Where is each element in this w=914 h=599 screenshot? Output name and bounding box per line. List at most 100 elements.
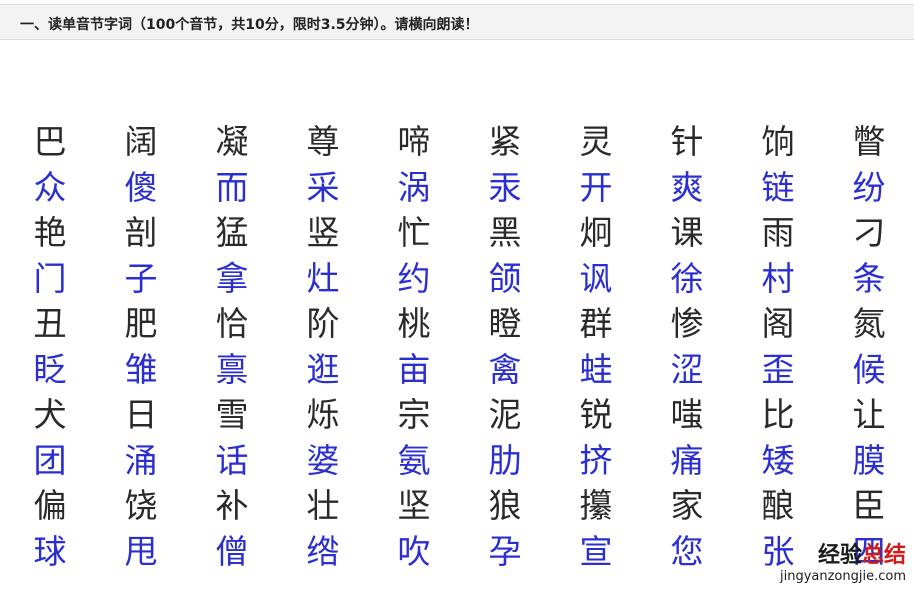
character-cell: 拿	[215, 258, 249, 298]
character-cell: 团	[33, 440, 67, 480]
character-cell: 狼	[488, 486, 522, 525]
character-cell: 痛	[670, 440, 704, 480]
character-cell: 猛	[215, 213, 249, 252]
character-cell: 黑	[488, 213, 522, 252]
character-cell: 犬	[33, 395, 67, 434]
character-cell: 禀	[215, 349, 249, 389]
character-cell: 让	[852, 395, 886, 434]
character-cell: 壮	[306, 486, 340, 525]
character-cell: 饶	[124, 486, 158, 525]
character-cell: 话	[215, 440, 249, 480]
character-cell: 肥	[124, 304, 158, 343]
character-cell: 攥	[579, 486, 613, 525]
character-cell: 链	[761, 167, 795, 207]
character-cell: 凝	[215, 122, 249, 161]
character-cell: 汞	[488, 167, 522, 207]
character-cell: 巴	[33, 122, 67, 161]
character-cell: 子	[124, 258, 158, 298]
character-cell: 家	[670, 486, 704, 525]
character-cell: 灵	[579, 122, 613, 161]
character-cell: 比	[761, 395, 795, 434]
character-cell: 群	[579, 304, 613, 343]
character-cell: 竖	[306, 213, 340, 252]
character-cell: 雏	[124, 349, 158, 389]
character-cell: 矮	[761, 440, 795, 480]
character-cell: 雨	[761, 213, 795, 252]
character-cell: 瞪	[488, 304, 522, 343]
character-cell: 众	[33, 167, 67, 207]
character-cell: 颌	[488, 258, 522, 298]
character-cell: 候	[852, 349, 886, 389]
character-cell: 吹	[397, 531, 431, 571]
character-cell: 饷	[761, 122, 795, 161]
character-cell: 艳	[33, 213, 67, 252]
character-cell: 忙	[397, 213, 431, 252]
character-cell: 膜	[852, 440, 886, 480]
character-cell: 条	[852, 258, 886, 298]
character-cell: 挤	[579, 440, 613, 480]
character-cell: 阁	[761, 304, 795, 343]
character-cell: 肋	[488, 440, 522, 480]
character-cell: 阶	[306, 304, 340, 343]
character-cell: 臣	[852, 486, 886, 525]
character-cell: 酿	[761, 486, 795, 525]
character-cell: 讽	[579, 258, 613, 298]
character-cell: 蛙	[579, 349, 613, 389]
character-cell: 亩	[397, 349, 431, 389]
character-cell: 约	[397, 258, 431, 298]
character-cell: 开	[579, 167, 613, 207]
character-cell: 傻	[124, 167, 158, 207]
character-cell: 僧	[215, 531, 249, 571]
character-cell: 补	[215, 486, 249, 525]
character-cell: 涩	[670, 349, 704, 389]
character-cell: 针	[670, 122, 704, 161]
character-cell: 恰	[215, 304, 249, 343]
character-cell: 村	[761, 258, 795, 298]
character-cell: 徐	[670, 258, 704, 298]
character-cell: 坚	[397, 486, 431, 525]
character-cell: 宣	[579, 531, 613, 571]
character-cell: 球	[33, 531, 67, 571]
character-cell: 您	[670, 531, 704, 571]
character-cell: 涌	[124, 440, 158, 480]
character-cell: 瞥	[852, 122, 886, 161]
character-cell: 尊	[306, 122, 340, 161]
character-cell: 逛	[306, 349, 340, 389]
character-cell: 氮	[852, 304, 886, 343]
character-cell: 甩	[124, 531, 158, 571]
character-cell: 丑	[33, 304, 67, 343]
character-cell: 桃	[397, 304, 431, 343]
character-cell: 剖	[124, 213, 158, 252]
character-cell: 泥	[488, 395, 522, 434]
character-cell: 歪	[761, 349, 795, 389]
watermark-title-part1: 经验	[817, 543, 862, 568]
character-cell: 纷	[852, 167, 886, 207]
character-cell: 炯	[579, 213, 613, 252]
watermark-logo: 经验总结 jingyanzongjie.com	[766, 543, 906, 587]
character-cell: 刁	[852, 213, 886, 252]
character-cell: 门	[33, 258, 67, 298]
watermark-title: 经验总结	[766, 543, 906, 569]
character-cell: 惨	[670, 304, 704, 343]
watermark-url: jingyanzongjie.com	[779, 569, 906, 584]
character-cell: 眨	[33, 349, 67, 389]
character-grid: 巴 阔 凝 尊 啼 紧 灵 针 饷 瞥众 傻 而 采 涡 汞 开 爽 链 纷艳 剖 猛 竖 忙 黑 炯 课 雨 刁门 子 拿 灶 约 颌 讽 徐 村 条…	[0, 0, 914, 599]
character-cell: 绺	[306, 531, 340, 571]
character-cell: 爽	[670, 167, 704, 207]
character-cell: 紧	[488, 122, 522, 161]
character-cell: 灶	[306, 258, 340, 298]
character-cell: 婆	[306, 440, 340, 480]
character-cell: 孕	[488, 531, 522, 571]
character-cell: 偏	[33, 486, 67, 525]
character-cell: 日	[124, 395, 158, 434]
character-cell: 而	[215, 167, 249, 207]
character-cell: 锐	[579, 395, 613, 434]
character-cell: 啼	[397, 122, 431, 161]
character-cell: 阔	[124, 122, 158, 161]
character-cell: 氨	[397, 440, 431, 480]
character-cell: 涡	[397, 167, 431, 207]
character-cell: 嗤	[670, 395, 704, 434]
character-cell: 宗	[397, 395, 431, 434]
character-cell: 雪	[215, 395, 249, 434]
character-cell: 采	[306, 167, 340, 207]
